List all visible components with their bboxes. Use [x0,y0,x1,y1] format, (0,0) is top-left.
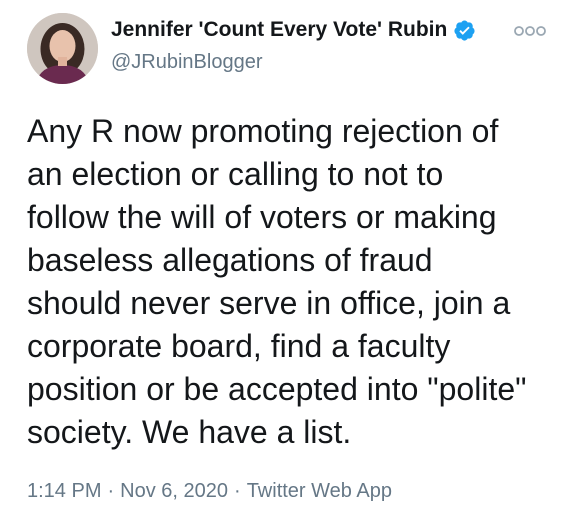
author-handle[interactable]: @JRubinBlogger [111,51,263,74]
author-display-name[interactable]: Jennifer 'Count Every Vote' Rubin [111,18,447,42]
tweet-meta: 1:14 PM · Nov 6, 2020 · Twitter Web App [27,480,392,503]
avatar[interactable] [27,13,98,84]
tweet-text: Any R now promoting rejection of an elec… [27,113,527,450]
avatar-image [27,13,98,84]
meta-separator: · [234,480,241,502]
author-name-row: Jennifer 'Count Every Vote' Rubin [111,18,476,42]
tweet-card: Jennifer 'Count Every Vote' Rubin @JRubi… [0,0,570,512]
meta-separator: · [107,480,115,502]
tweet-time[interactable]: 1:14 PM [27,480,101,502]
tweet-date[interactable]: Nov 6, 2020 [120,480,228,502]
tweet-source[interactable]: Twitter Web App [247,480,392,502]
more-options-icon[interactable] [514,24,546,38]
verified-badge-icon [453,19,476,42]
